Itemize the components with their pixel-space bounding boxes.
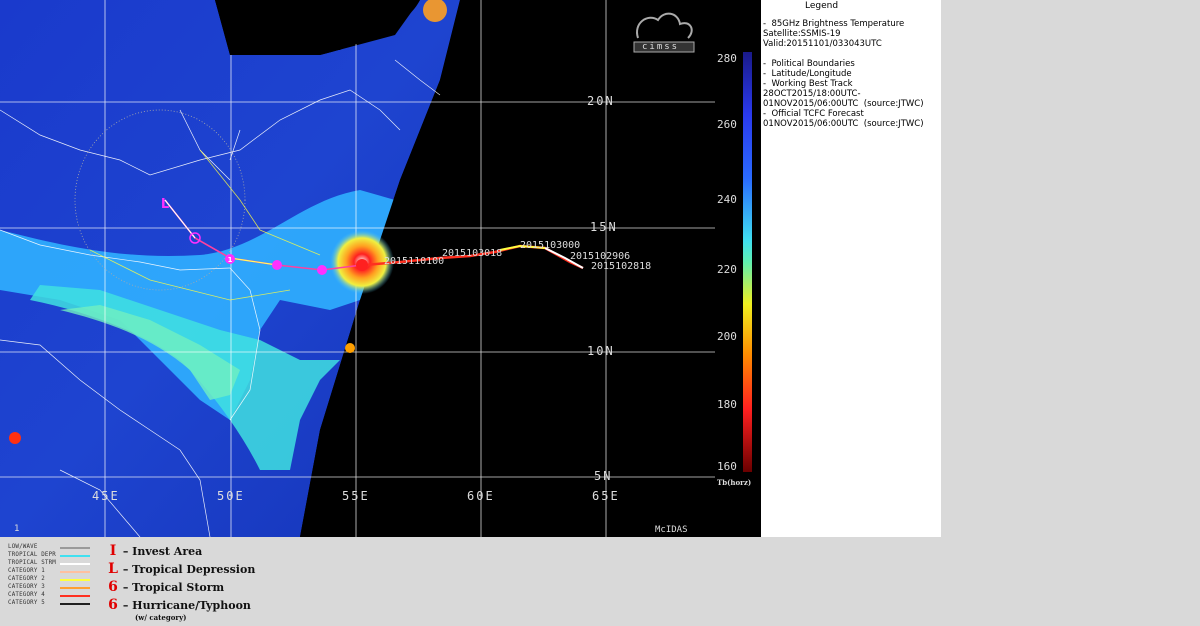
symbol-depression: L [161, 197, 169, 212]
track-legend-swatch [60, 555, 90, 557]
symbol-category: 1 [228, 256, 233, 264]
symbol-legend-label: – Tropical Depression [122, 563, 256, 576]
lat-label: 5N [594, 469, 613, 483]
colorbar-tick: 260 [717, 118, 737, 131]
corner-left-label: 1 [14, 524, 20, 534]
symbol-hurricane-marker [272, 260, 282, 270]
satellite-map: L 1 20N 15N 10N 5N 45E 50E 55E 60E 65E 2… [0, 0, 715, 537]
track-legend-label: CATEGORY 2 [8, 576, 45, 582]
track-date-label: 2015103000 [520, 240, 581, 251]
colorbar-tick: 160 [717, 460, 737, 473]
track-legend-swatch [60, 579, 90, 581]
symbol-legend-row: 6 – Tropical Storm [107, 579, 224, 595]
colorbar-tick: 200 [717, 330, 737, 343]
track-legend-swatch [60, 603, 90, 605]
symbol-legend-row: L – Tropical Depression [107, 561, 255, 577]
colorbar-tick: 220 [717, 263, 737, 276]
convection-blob [345, 343, 355, 353]
colorbar-tick: 180 [717, 398, 737, 411]
lon-label: 55E [342, 489, 370, 503]
track-legend-label: LOW/WAVE [8, 544, 38, 550]
track-legend-swatch [60, 587, 90, 589]
symbol-current-position [356, 259, 368, 271]
track-legend: LOW/WAVE TROPICAL DEPR TROPICAL STRM CAT… [0, 537, 1200, 626]
convection-blob [9, 432, 21, 444]
lat-label: 15N [590, 220, 618, 234]
symbol-legend-row: 6 – Hurricane/Typhoon [107, 597, 251, 613]
legend-line: 01NOV2015/06:00UTC (source:JTWC) [763, 119, 924, 129]
symbol-legend-label: – Tropical Storm [122, 581, 225, 594]
legend-title: Legend [805, 1, 839, 11]
invest-icon: I [109, 543, 117, 559]
symbol-legend-note: (w/ category) [135, 613, 187, 622]
cimss-logo: cimss [628, 8, 700, 54]
legend-panel: Legend - 85GHz Brightness Temperature Sa… [760, 0, 941, 537]
track-legend-label: CATEGORY 1 [8, 568, 45, 574]
colorbar-tick: 280 [717, 52, 737, 65]
legend-line: Valid:20151101/033043UTC [763, 39, 882, 49]
symbol-hurricane-marker [317, 265, 327, 275]
lon-label: 50E [217, 489, 245, 503]
lat-label: 20N [587, 94, 615, 108]
track-date-label: 2015103018 [442, 248, 503, 259]
mcidas-label: McIDAS [655, 525, 688, 535]
track-date-label: 2015110100 [384, 256, 445, 267]
lon-label: 65E [592, 489, 620, 503]
hurricane-icon: 6 [108, 597, 118, 613]
depression-icon: L [108, 561, 118, 577]
symbol-legend-row: I – Invest Area [107, 543, 203, 559]
logo-text: cimss [642, 42, 680, 52]
track-legend-label: TROPICAL DEPR [8, 552, 56, 558]
track-legend-swatch [60, 571, 90, 573]
track-legend-label: TROPICAL STRM [8, 560, 56, 566]
colorbar-unit: Tb(horz) [717, 478, 752, 487]
colorbar [743, 52, 752, 472]
track-date-label: 2015102818 [591, 261, 652, 272]
lat-label: 10N [587, 344, 615, 358]
track-legend-swatch [60, 547, 90, 549]
track-legend-label: CATEGORY 3 [8, 584, 45, 590]
lon-label: 45E [92, 489, 120, 503]
track-legend-label: CATEGORY 4 [8, 592, 45, 598]
symbol-legend-label: – Hurricane/Typhoon [122, 599, 251, 612]
track-legend-label: CATEGORY 5 [8, 600, 45, 606]
symbol-legend-label: – Invest Area [122, 545, 203, 558]
tropical-storm-icon: 6 [108, 579, 118, 595]
colorbar-panel: 280 260 240 220 200 180 160 Tb(horz) [715, 0, 760, 537]
track-legend-swatch [60, 563, 90, 565]
colorbar-tick: 240 [717, 193, 737, 206]
track-legend-swatch [60, 595, 90, 597]
lon-label: 60E [467, 489, 495, 503]
